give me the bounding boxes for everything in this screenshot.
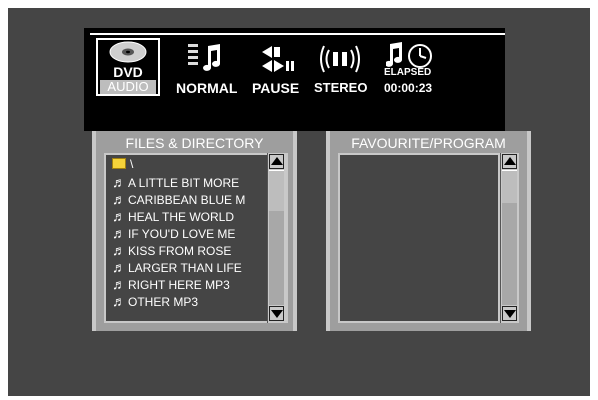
list-item[interactable]: ♬ CARIBBEAN BLUE M: [112, 191, 245, 208]
panel-border-right: [527, 131, 531, 331]
disc-type-label: DVD: [113, 64, 143, 80]
scroll-thumb[interactable]: [502, 170, 517, 204]
scroll-up-button[interactable]: [269, 154, 284, 169]
files-scrollbar[interactable]: [267, 153, 286, 323]
music-note-icon: ♬: [112, 293, 126, 309]
list-item[interactable]: ♬ A LITTLE BIT MORE: [112, 174, 239, 191]
panel-border-left: [92, 131, 96, 331]
folder-item[interactable]: \: [112, 156, 133, 173]
favourite-list[interactable]: [338, 153, 500, 323]
scroll-thumb[interactable]: [269, 170, 284, 212]
playback-state-label: PAUSE: [252, 80, 300, 96]
scroll-track[interactable]: [269, 211, 284, 305]
disc-icon: [109, 41, 147, 63]
scroll-track[interactable]: [502, 203, 517, 305]
scroll-down-button[interactable]: [269, 306, 284, 321]
favourite-panel-title: FAVOURITE/PROGRAM: [351, 135, 506, 151]
folder-label: \: [130, 157, 134, 171]
track-label: IF YOU'D LOVE ME: [128, 227, 236, 241]
track-label: LARGER THAN LIFE: [128, 261, 242, 275]
music-note-icon: ♬: [112, 191, 126, 207]
music-note-icon: ♬: [112, 208, 126, 224]
music-note-icon: ♬: [112, 276, 126, 292]
list-item[interactable]: ♬ RIGHT HERE MP3: [112, 276, 230, 293]
time-value-label: 00:00:23: [384, 81, 433, 95]
panel-border-left: [326, 131, 330, 331]
audio-channel-label: STEREO: [314, 80, 368, 95]
list-item[interactable]: ♬ IF YOU'D LOVE ME: [112, 225, 235, 242]
track-label: KISS FROM ROSE: [128, 244, 232, 258]
list-item[interactable]: ♬ LARGER THAN LIFE: [112, 259, 242, 276]
track-label: CARIBBEAN BLUE M: [128, 193, 246, 207]
stereo-icon: [320, 45, 360, 73]
scroll-up-button[interactable]: [502, 154, 517, 169]
music-note-icon: ♬: [112, 225, 126, 241]
pause-icon: [262, 46, 294, 72]
track-label: A LITTLE BIT MORE: [128, 176, 240, 190]
media-type-badge: AUDIO: [100, 80, 156, 94]
files-list[interactable]: \ ♬ A LITTLE BIT MORE ♬ CARIBBEAN BLUE M ♬…: [104, 153, 288, 323]
favourite-program-panel: FAVOURITE/PROGRAM: [326, 131, 531, 331]
scroll-down-button[interactable]: [502, 306, 517, 321]
favourite-scrollbar[interactable]: [500, 153, 519, 323]
music-list-icon: [188, 44, 220, 71]
files-panel-title: FILES & DIRECTORY: [125, 135, 264, 151]
music-note-icon: ♬: [112, 242, 126, 258]
files-directory-panel: FILES & DIRECTORY \ ♬ A LITTLE BIT MORE ♬…: [92, 131, 297, 331]
panel-border-right: [293, 131, 297, 331]
list-item[interactable]: ♬ HEAL THE WORLD: [112, 208, 234, 225]
play-mode-label: NORMAL: [176, 80, 238, 96]
track-label: RIGHT HERE MP3: [128, 278, 230, 292]
music-note-icon: ♬: [112, 259, 126, 275]
list-item[interactable]: ♬ KISS FROM ROSE: [112, 242, 231, 259]
folder-icon: [112, 158, 126, 170]
list-item[interactable]: ♬ OTHER MP3: [112, 293, 198, 310]
time-mode-label: ELAPSED: [384, 67, 432, 78]
track-label: HEAL THE WORLD: [128, 210, 235, 224]
toolbar-divider: [90, 33, 505, 35]
music-note-icon: ♬: [112, 174, 126, 190]
track-label: OTHER MP3: [128, 295, 199, 309]
